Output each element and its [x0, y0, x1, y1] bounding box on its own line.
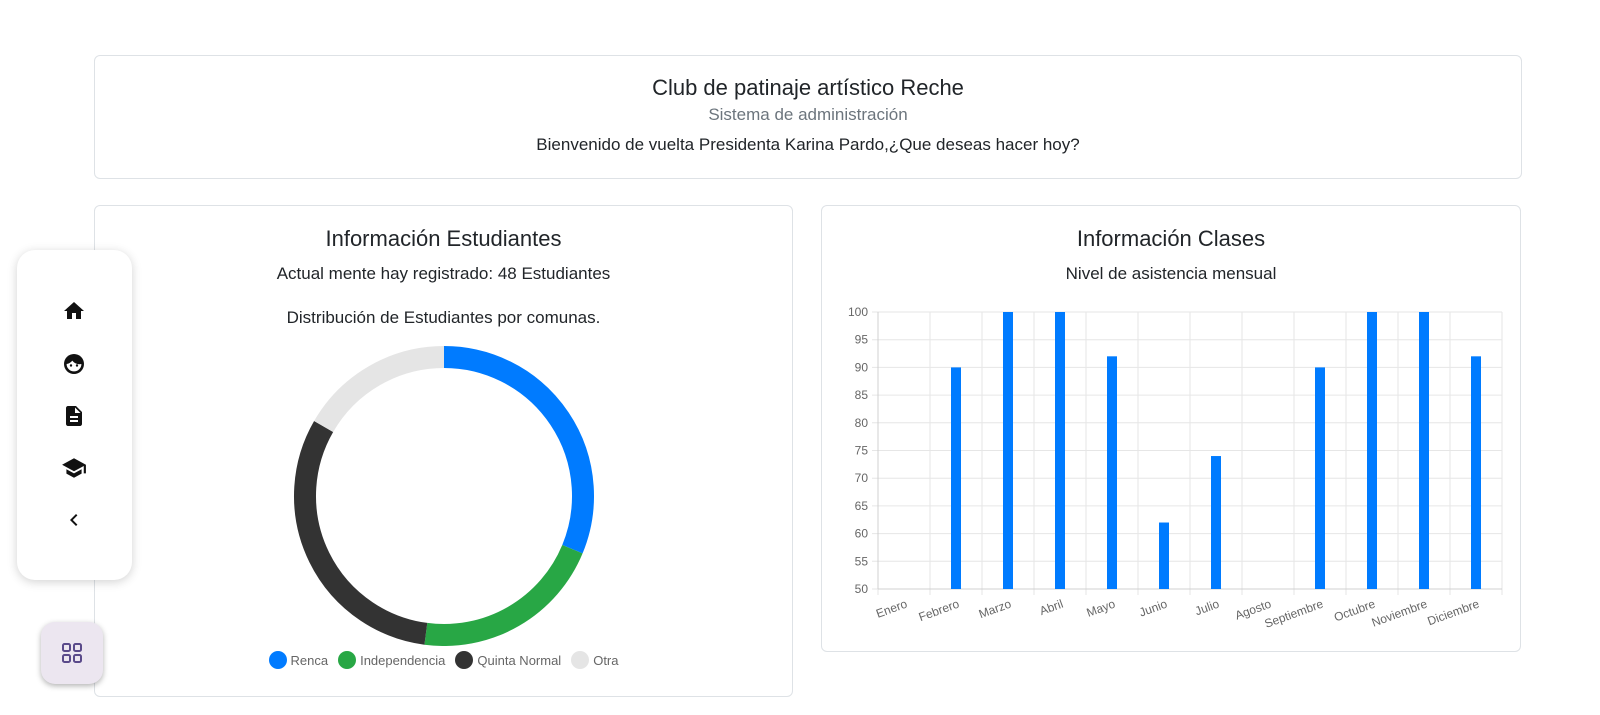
donut-slice-quinta-normal[interactable]	[294, 421, 428, 645]
bar-septiembre[interactable]	[1315, 367, 1325, 589]
y-tick-label: 100	[848, 305, 868, 319]
nav-classes-button[interactable]	[54, 448, 94, 488]
header-card: Club de patinaje artístico Reche Sistema…	[94, 55, 1522, 179]
legend-swatch	[338, 651, 357, 669]
legend-label: Quinta Normal	[477, 652, 562, 668]
legend-item-quinta-normal[interactable]: Quinta Normal	[455, 651, 561, 669]
y-tick-label: 70	[855, 471, 869, 485]
students-title: Información Estudiantes	[325, 226, 562, 251]
bar-noviembre[interactable]	[1419, 312, 1429, 589]
students-count: Actual mente hay registrado: 48 Estudian…	[276, 264, 611, 283]
students-distribution-label: Distribución de Estudiantes por comunas.	[286, 308, 601, 327]
bar-octubre[interactable]	[1367, 312, 1377, 589]
y-tick-label: 50	[855, 582, 869, 596]
y-tick-label: 90	[855, 360, 869, 374]
chevron-left-icon	[70, 514, 78, 526]
nav-students-button[interactable]	[54, 344, 94, 384]
page-title: Club de patinaje artístico Reche	[652, 75, 964, 100]
x-tick-label: Noviembre	[1370, 597, 1430, 630]
legend-label: Otra	[593, 652, 619, 668]
home-icon	[64, 302, 84, 319]
legend-label: Renca	[290, 652, 329, 668]
x-tick-label: Febrero	[917, 597, 962, 625]
y-tick-label: 60	[855, 527, 869, 541]
x-tick-label: Junio	[1137, 597, 1169, 620]
y-tick-label: 75	[855, 444, 869, 458]
y-tick-label: 55	[855, 554, 869, 568]
bar-febrero[interactable]	[951, 367, 961, 589]
legend-swatch	[268, 651, 287, 669]
donut-legend: Renca Independencia Quinta Normal Otra	[95, 651, 792, 669]
side-navigation	[17, 250, 132, 580]
face-icon	[64, 354, 84, 374]
bar-diciembre[interactable]	[1471, 356, 1481, 589]
classes-card: 50 55 60 65 70 75 80 85 90 95 100 Enero Febrero Marzo…	[821, 205, 1521, 652]
x-tick-label: Mayo	[1085, 597, 1118, 620]
donut-slice-independencia[interactable]	[424, 544, 583, 646]
grid-icon	[62, 643, 82, 663]
x-tick-label: Diciembre	[1425, 597, 1481, 629]
apps-fab-button[interactable]	[41, 622, 103, 684]
graduation-cap-icon	[62, 458, 86, 478]
x-tick-label: Julio	[1193, 597, 1221, 619]
welcome-message: Bienvenido de vuelta Presidenta Karina P…	[536, 135, 1080, 154]
x-tick-label: Marzo	[977, 597, 1013, 622]
legend-item-renca[interactable]: Renca	[268, 651, 329, 669]
legend-label: Independencia	[360, 652, 446, 668]
page-subtitle: Sistema de administración	[708, 105, 908, 124]
bar-junio[interactable]	[1159, 522, 1169, 589]
y-tick-label: 85	[855, 388, 869, 402]
students-card: Información Estudiantes Actual mente hay…	[94, 205, 793, 697]
x-tick-label: Abril	[1038, 597, 1065, 618]
x-tick-label: Enero	[874, 597, 909, 621]
legend-item-independencia[interactable]: Independencia	[338, 651, 445, 669]
y-tick-label: 65	[855, 499, 869, 513]
classes-subtitle: Nivel de asistencia mensual	[1065, 264, 1277, 283]
y-tick-label: 95	[855, 333, 869, 347]
bar-marzo[interactable]	[1003, 312, 1013, 589]
classes-title: Información Clases	[1076, 226, 1266, 251]
donut-slice-renca[interactable]	[443, 346, 594, 554]
nav-collapse-button[interactable]	[54, 500, 94, 540]
nav-home-button[interactable]	[54, 291, 94, 331]
bar-julio[interactable]	[1211, 456, 1221, 589]
legend-swatch	[571, 651, 590, 669]
y-tick-label: 80	[855, 416, 869, 430]
donut-slice-otra[interactable]	[314, 346, 445, 433]
legend-item-otra[interactable]: Otra	[571, 651, 619, 669]
bar-abril[interactable]	[1055, 312, 1065, 589]
document-icon	[66, 406, 82, 426]
legend-swatch	[455, 651, 474, 669]
bar-mayo[interactable]	[1107, 356, 1117, 589]
x-tick-label: Septiembre	[1263, 597, 1326, 631]
nav-documents-button[interactable]	[54, 396, 94, 436]
